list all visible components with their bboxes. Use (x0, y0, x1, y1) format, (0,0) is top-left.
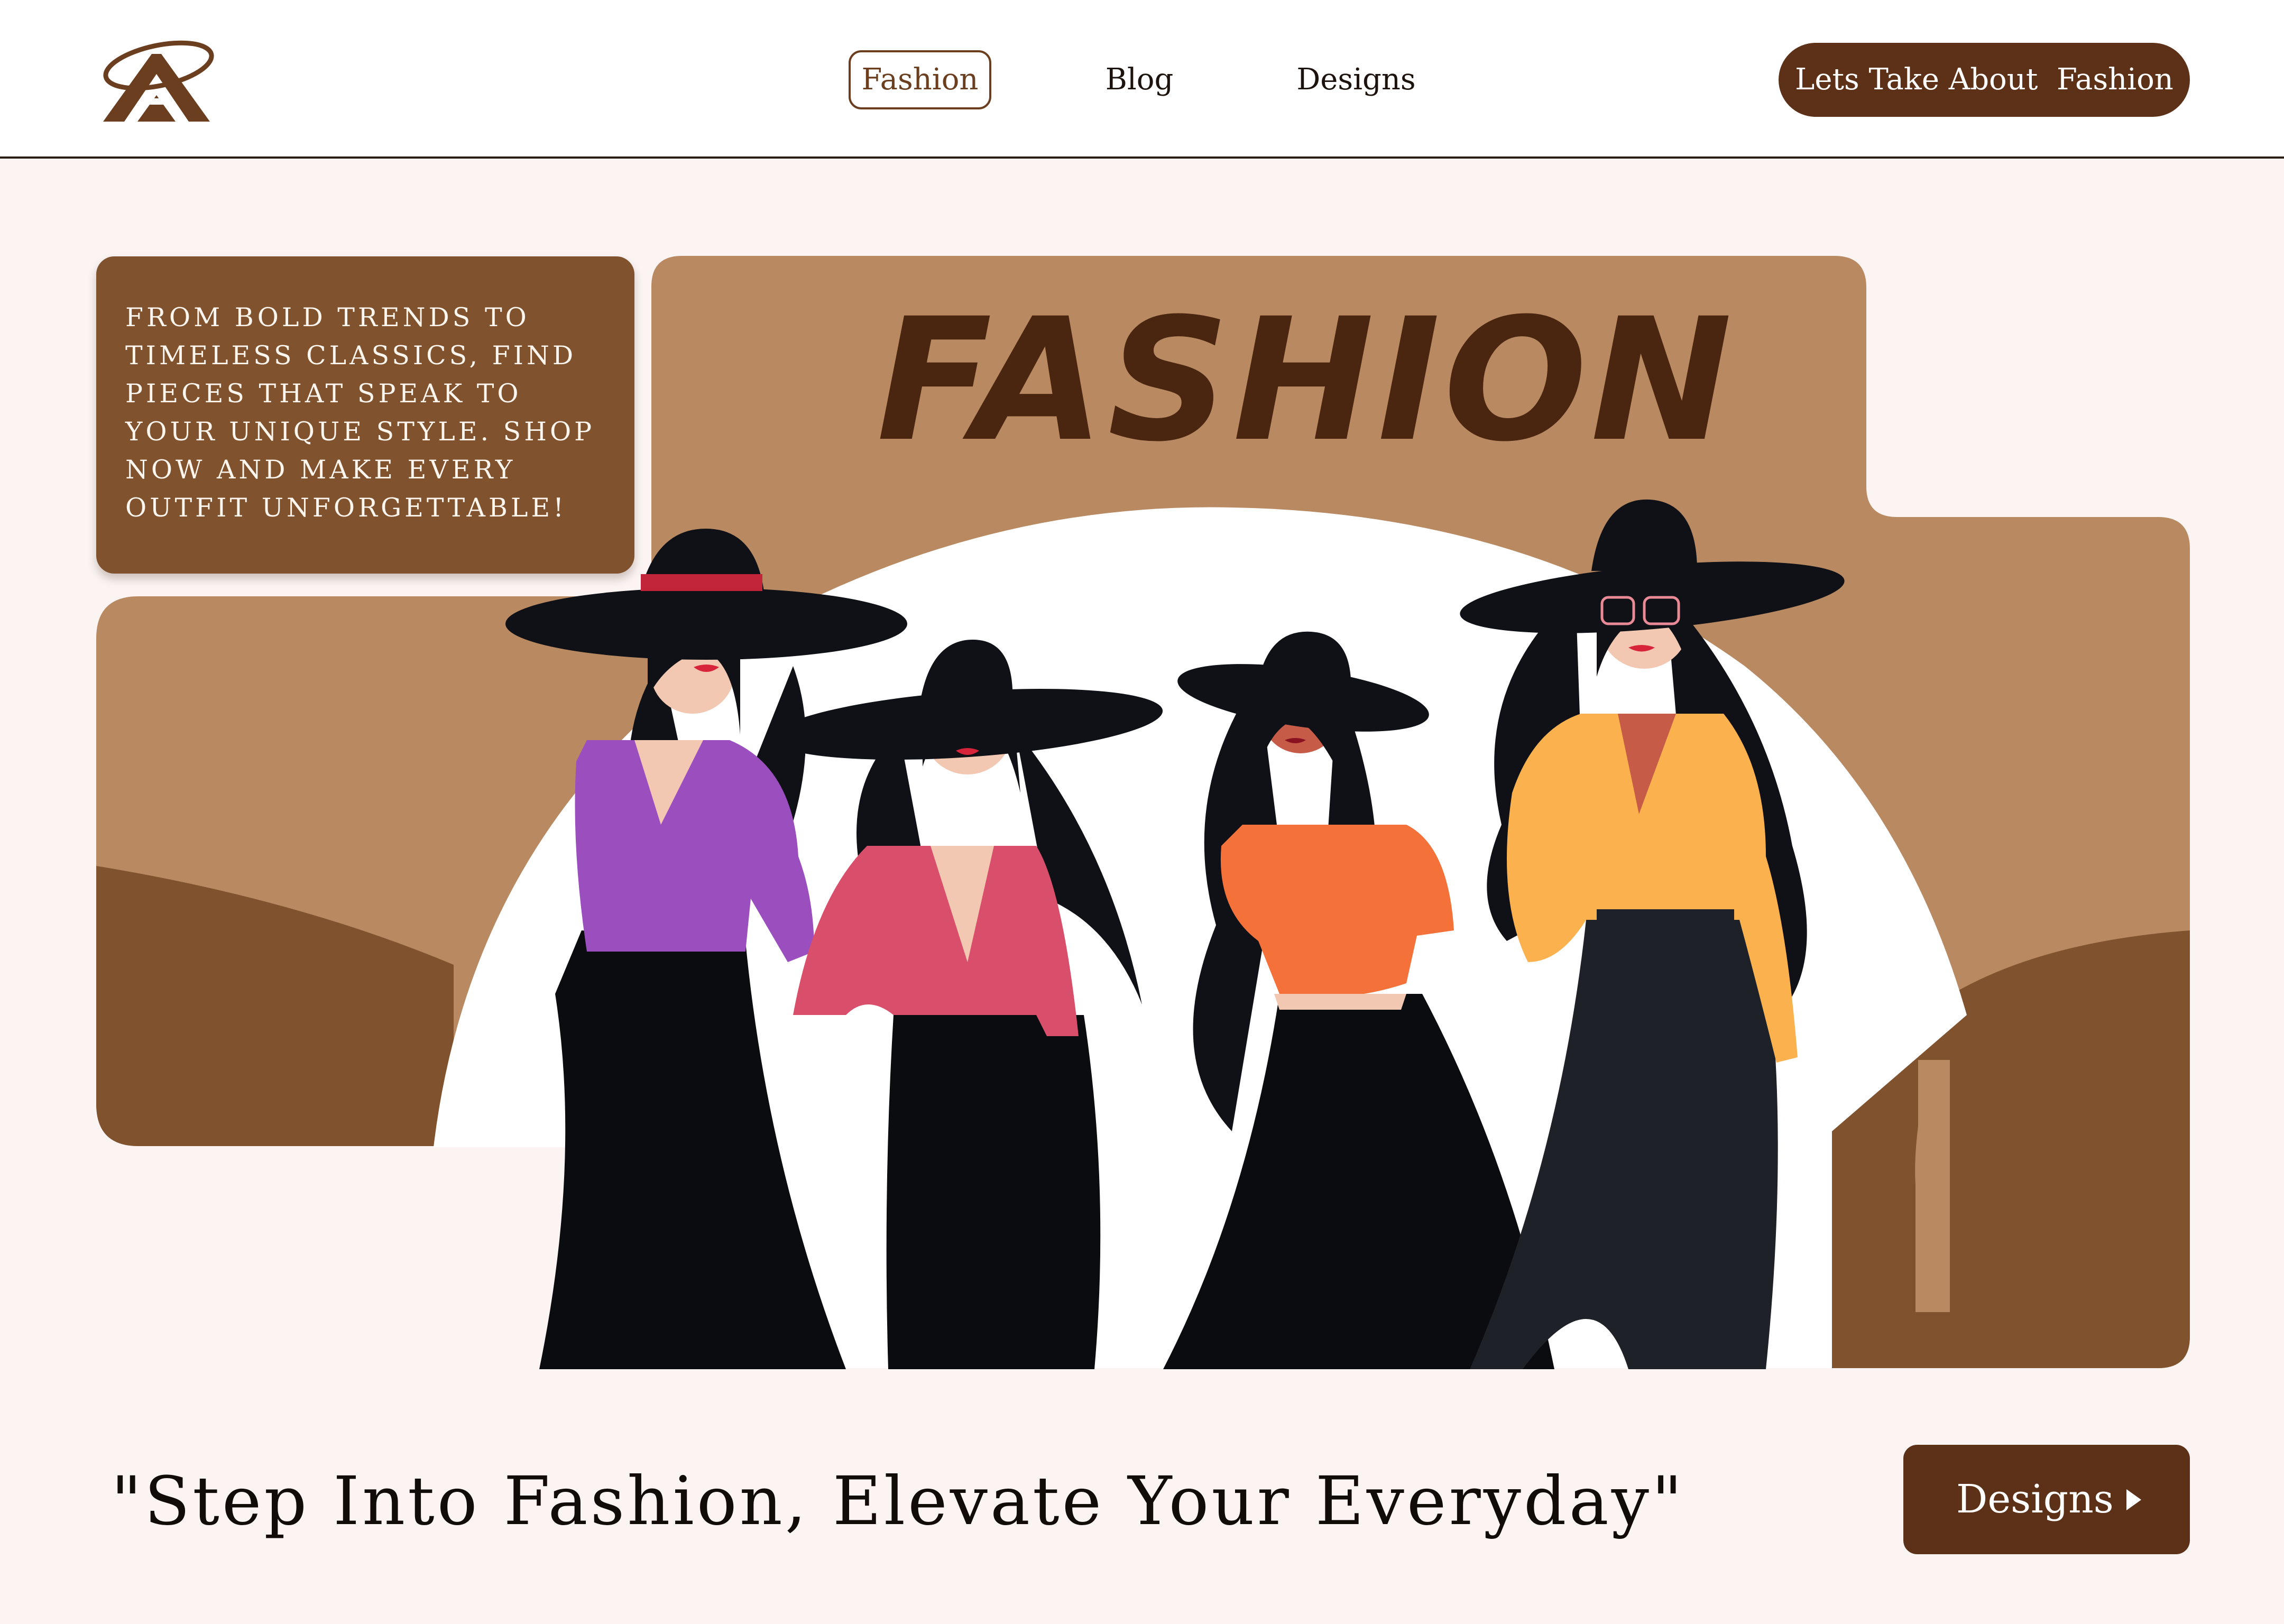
promo-card: FROM BOLD TRENDS TO TIMELESS CLASSICS, F… (96, 256, 634, 574)
hero-section: FASHION FROM BOLD TRENDS TO TIMELESS CLA… (0, 0, 2284, 1624)
hero-title: FASHION (876, 282, 1736, 479)
tagline: "Step Into Fashion, Elevate Your Everyda… (111, 1462, 1685, 1540)
hero-background (96, 256, 2190, 1369)
designs-button[interactable]: Designs (1903, 1445, 2190, 1554)
promo-text: FROM BOLD TRENDS TO TIMELESS CLASSICS, F… (125, 302, 595, 523)
designs-button-label: Designs (1956, 1477, 2114, 1522)
caret-right-icon (2126, 1489, 2141, 1510)
right-tan-number-shape (1915, 1060, 1950, 1312)
